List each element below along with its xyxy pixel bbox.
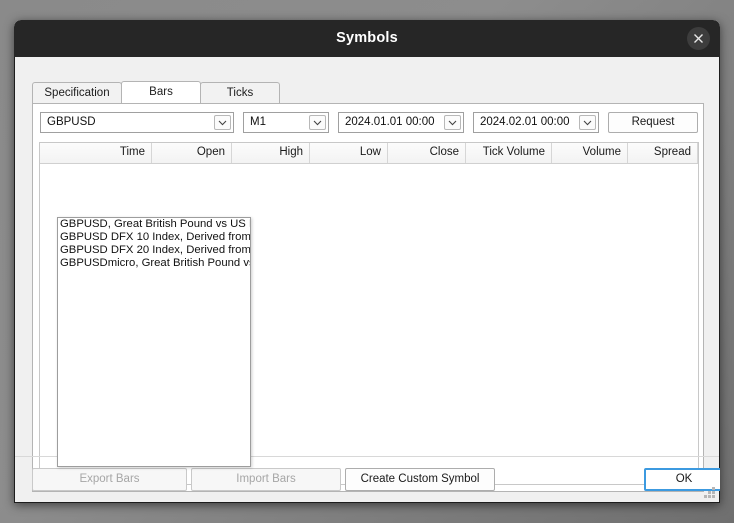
tab-bars-label: Bars [149,86,173,98]
timeframe-combobox[interactable]: M1 [243,112,329,133]
chevron-down-icon[interactable] [214,115,231,130]
symbol-combobox-value: GBPUSD [47,116,96,128]
list-item[interactable]: GBPUSD DFX 20 Index, Derived from GBPUSD [58,244,250,257]
dialog-title: Symbols [336,30,398,46]
list-item[interactable]: GBPUSD, Great British Pound vs US Dollar [58,218,250,231]
chevron-down-icon[interactable] [444,115,461,130]
create-custom-symbol-button[interactable]: Create Custom Symbol [345,468,495,491]
tab-specification[interactable]: Specification [32,82,122,103]
bars-tab-page: GBPUSD M1 2024.01.01 00:00 2024.02.01 00… [32,103,704,492]
bars-toolbar: GBPUSD M1 2024.01.01 00:00 2024.02.01 00… [33,104,703,141]
symbol-combobox[interactable]: GBPUSD [40,112,234,133]
resize-grip[interactable] [704,487,716,499]
column-header-time[interactable]: Time [40,143,152,163]
list-item[interactable]: GBPUSD DFX 10 Index, Derived from GBPUSD [58,231,250,244]
timeframe-combobox-value: M1 [250,116,266,128]
export-bars-button[interactable]: Export Bars [32,468,187,491]
column-header-tick-volume[interactable]: Tick Volume [466,143,552,163]
table-header-row: Time Open High Low Close Tick Volume Vol… [40,143,698,164]
tab-ticks[interactable]: Ticks [200,82,280,103]
close-icon[interactable] [687,27,710,50]
date-to-combobox[interactable]: 2024.02.01 00:00 [473,112,599,133]
symbols-dialog: Symbols Specification Bars Ticks GBPUSD [14,20,720,503]
dialog-titlebar[interactable]: Symbols [14,20,720,57]
column-header-high[interactable]: High [232,143,310,163]
import-bars-button[interactable]: Import Bars [191,468,341,491]
request-button[interactable]: Request [608,112,698,133]
date-to-value: 2024.02.01 00:00 [480,116,570,128]
column-header-open[interactable]: Open [152,143,232,163]
tab-specification-label: Specification [44,87,110,99]
column-header-low[interactable]: Low [310,143,388,163]
desktop-background: Symbols Specification Bars Ticks GBPUSD [0,0,734,523]
date-from-combobox[interactable]: 2024.01.01 00:00 [338,112,464,133]
chevron-down-icon[interactable] [309,115,326,130]
column-header-spread[interactable]: Spread [628,143,698,163]
dialog-client-area: Specification Bars Ticks GBPUSD M1 2024.… [14,57,720,503]
tab-ticks-label: Ticks [226,87,254,99]
tab-bars[interactable]: Bars [121,81,201,103]
date-from-value: 2024.01.01 00:00 [345,116,435,128]
symbol-dropdown-list[interactable]: GBPUSD, Great British Pound vs US Dollar… [57,217,251,467]
list-item[interactable]: GBPUSDmicro, Great British Pound vs USD [58,257,250,270]
column-header-close[interactable]: Close [388,143,466,163]
column-header-volume[interactable]: Volume [552,143,628,163]
chevron-down-icon[interactable] [579,115,596,130]
tab-bar: Specification Bars Ticks [32,81,702,103]
